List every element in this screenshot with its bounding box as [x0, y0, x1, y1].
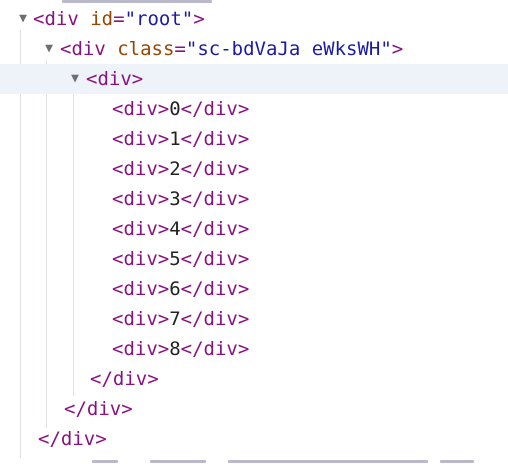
elements-tree-panel: ▼ <div id="root"> ▼ <div class="sc-bdVaJ… — [0, 0, 508, 464]
tag-close: </div> — [38, 428, 107, 450]
text-node: 4 — [169, 218, 181, 240]
tree-node-child[interactable]: <div>6</div> — [0, 274, 508, 304]
tag-close: </div> — [180, 188, 250, 210]
tag-open: <div — [33, 8, 79, 30]
tag-open: <div> — [112, 218, 170, 240]
node-markup: <div>7</div> — [112, 304, 249, 334]
text-node: 0 — [169, 98, 181, 120]
node-markup: <div>1</div> — [112, 124, 249, 154]
triangle-down-icon[interactable]: ▼ — [42, 34, 56, 64]
node-markup: <div>4</div> — [112, 214, 249, 244]
node-markup: <div> — [86, 64, 143, 94]
tag-close: </div> — [180, 338, 250, 360]
tag-open: <div> — [112, 278, 170, 300]
clipped-row-bottom — [0, 456, 508, 464]
tree-node-child[interactable]: <div>8</div> — [0, 334, 508, 364]
tag-close-bracket: > — [391, 38, 404, 60]
text-node: 3 — [169, 188, 181, 210]
tag-close: </div> — [180, 98, 250, 120]
tree-node-styled-close[interactable]: </div> — [0, 394, 508, 424]
tag-open: <div> — [112, 98, 170, 120]
text-node: 8 — [169, 338, 181, 360]
node-markup: <div>8</div> — [112, 334, 249, 364]
tree-node-child[interactable]: <div>7</div> — [0, 304, 508, 334]
tag-close: </div> — [180, 278, 250, 300]
node-markup: <div>3</div> — [112, 184, 249, 214]
triangle-down-icon[interactable]: ▼ — [16, 4, 30, 34]
attribute-name: class — [117, 38, 175, 60]
tag-close: </div> — [90, 368, 159, 390]
tree-node-styled-div[interactable]: ▼ <div class="sc-bdVaJa eWksWH"> — [0, 34, 508, 64]
tag-close: </div> — [180, 218, 250, 240]
node-markup: <div class="sc-bdVaJa eWksWH"> — [60, 34, 403, 64]
triangle-down-icon[interactable]: ▼ — [68, 64, 82, 94]
tag-open: <div> — [112, 128, 170, 150]
tree-node-inner-close[interactable]: </div> — [0, 364, 508, 394]
tag-close: </div> — [180, 158, 250, 180]
node-markup: <div>0</div> — [112, 94, 249, 124]
tree-node-child[interactable]: <div>3</div> — [0, 184, 508, 214]
text-node: 1 — [169, 128, 181, 150]
attribute-value: "sc-bdVaJa eWksWH" — [185, 38, 392, 60]
tag-open: <div> — [112, 338, 170, 360]
text-node: 5 — [169, 248, 181, 270]
equals-sign: = — [113, 8, 125, 30]
tag-close-bracket: > — [193, 8, 205, 30]
tag-close: </div> — [64, 398, 133, 420]
tag-open: <div> — [112, 158, 170, 180]
node-markup: </div> — [38, 424, 107, 454]
node-markup: <div>5</div> — [112, 244, 249, 274]
equals-sign: = — [174, 38, 186, 60]
node-markup: <div>6</div> — [112, 274, 249, 304]
tag-close: </div> — [180, 128, 250, 150]
tag-close: </div> — [180, 248, 250, 270]
tree-node-inner-div[interactable]: ▼ <div> — [0, 64, 508, 94]
text-node: 2 — [169, 158, 181, 180]
tree-node-root-close[interactable]: </div> — [0, 424, 508, 454]
tree-node-child[interactable]: <div>5</div> — [0, 244, 508, 274]
tag-open: <div> — [112, 188, 170, 210]
node-markup: </div> — [64, 394, 133, 424]
tree-node-child[interactable]: <div>2</div> — [0, 154, 508, 184]
tree-node-child[interactable]: <div>0</div> — [0, 94, 508, 124]
node-markup: <div>2</div> — [112, 154, 249, 184]
tag-open: <div> — [112, 308, 170, 330]
node-markup: <div id="root"> — [33, 4, 205, 34]
tag-open: <div> — [86, 68, 144, 90]
attribute-value: "root" — [124, 8, 194, 30]
attribute-name: id — [90, 8, 114, 30]
tag-open: <div> — [112, 248, 170, 270]
text-node: 7 — [169, 308, 181, 330]
tag-close: </div> — [180, 308, 250, 330]
tree-node-child[interactable]: <div>1</div> — [0, 124, 508, 154]
text-node: 6 — [169, 278, 181, 300]
node-markup: </div> — [90, 364, 159, 394]
tree-node-child[interactable]: <div>4</div> — [0, 214, 508, 244]
tag-open: <div — [60, 38, 106, 60]
tree-node-root[interactable]: ▼ <div id="root"> — [0, 4, 508, 34]
